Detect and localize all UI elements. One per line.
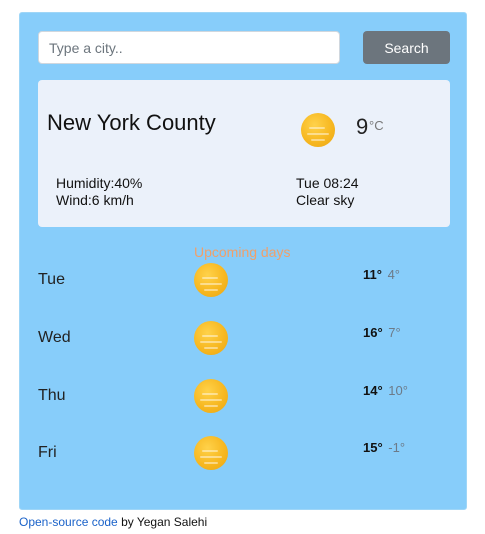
city-search-input[interactable] <box>38 31 340 64</box>
city-name: New York County <box>47 110 216 135</box>
forecast-temps: 15° -1° <box>363 440 405 455</box>
forecast-row: Tue 11° 4° <box>20 263 468 303</box>
temperature-unit: °C <box>369 118 384 133</box>
weather-app: Search New York County 9 °C Humidity:40%… <box>19 12 467 510</box>
forecast-temps: 14° 10° <box>363 383 408 398</box>
search-button[interactable]: Search <box>363 31 450 64</box>
condition-text: Clear sky <box>296 192 355 208</box>
sun-icon <box>194 379 228 413</box>
forecast-temps: 11° 4° <box>363 267 400 282</box>
current-temperature: 9 <box>356 114 369 139</box>
min-temp: 7° <box>388 325 401 340</box>
forecast-day: Tue <box>38 271 65 288</box>
forecast-row: Wed 16° 7° <box>20 321 468 361</box>
author-credit: by Yegan Salehi <box>117 515 208 529</box>
forecast-day: Thu <box>38 387 66 404</box>
upcoming-days-title: Upcoming days <box>194 244 291 260</box>
sun-icon <box>301 113 335 147</box>
datetime-text: Tue 08:24 <box>296 175 359 191</box>
footer: Open-source code by Yegan Salehi <box>19 515 207 529</box>
forecast-day: Wed <box>38 329 71 346</box>
forecast-row: Fri 15° -1° <box>20 436 468 476</box>
max-temp: 16° <box>363 325 383 340</box>
min-temp: -1° <box>388 440 406 455</box>
forecast-day: Fri <box>38 444 57 461</box>
current-weather-card: New York County 9 °C Humidity:40% Wind:6… <box>38 80 450 227</box>
sun-icon <box>194 321 228 355</box>
source-code-link[interactable]: Open-source code <box>19 515 118 529</box>
forecast-temps: 16° 7° <box>363 325 401 340</box>
sun-icon <box>194 263 228 297</box>
max-temp: 11° <box>363 267 382 282</box>
min-temp: 4° <box>387 267 401 282</box>
sun-icon <box>194 436 228 470</box>
forecast-row: Thu 14° 10° <box>20 379 468 419</box>
min-temp: 10° <box>388 383 408 398</box>
max-temp: 15° <box>363 440 383 455</box>
humidity-text: Humidity:40% <box>56 175 143 191</box>
max-temp: 14° <box>363 383 383 398</box>
wind-text: Wind:6 km/h <box>56 192 134 208</box>
